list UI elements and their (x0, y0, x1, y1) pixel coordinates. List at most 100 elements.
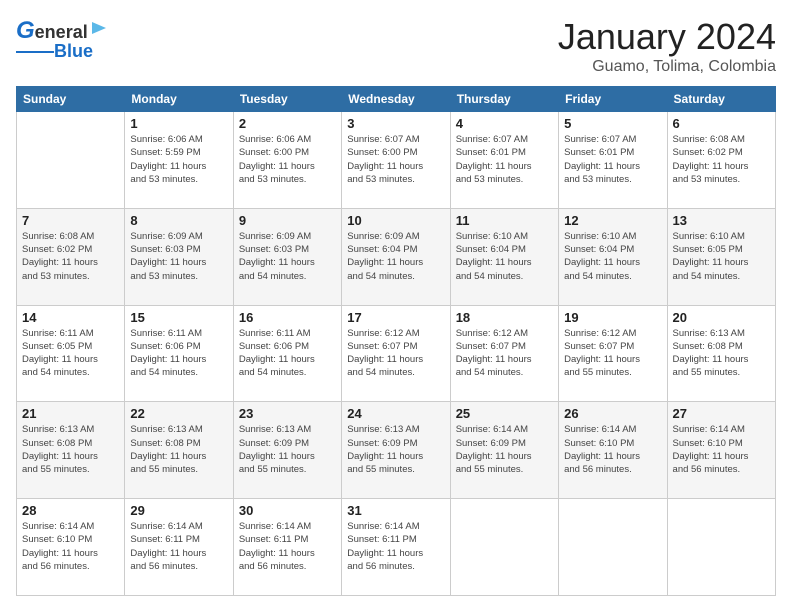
day-cell: 2Sunrise: 6:06 AMSunset: 6:00 PMDaylight… (233, 112, 341, 209)
day-cell: 14 Sunrise: 6:11 AMSunset: 6:05 PMDayligh… (17, 305, 125, 402)
day-number: 25 (456, 406, 553, 421)
day-info: Sunrise: 6:11 AMSunset: 6:05 PMDaylight:… (22, 327, 119, 380)
week-row-5: 28 Sunrise: 6:14 AMSunset: 6:10 PMDayligh… (17, 499, 776, 596)
day-number: 6 (673, 116, 770, 131)
day-number: 23 (239, 406, 336, 421)
header: General Blue January 2024 Guamo, Tolima,… (16, 16, 776, 76)
header-row: Sunday Monday Tuesday Wednesday Thursday… (17, 87, 776, 112)
day-cell: 8 Sunrise: 6:09 AMSunset: 6:03 PMDaylight… (125, 208, 233, 305)
day-info: Sunrise: 6:07 AMSunset: 6:00 PMDaylight:… (347, 133, 444, 186)
day-info: Sunrise: 6:13 AMSunset: 6:08 PMDaylight:… (673, 327, 770, 380)
day-number: 16 (239, 310, 336, 325)
day-info: Sunrise: 6:09 AMSunset: 6:04 PMDaylight:… (347, 230, 444, 283)
day-cell: 16 Sunrise: 6:11 AMSunset: 6:06 PMDayligh… (233, 305, 341, 402)
day-cell: 9 Sunrise: 6:09 AMSunset: 6:03 PMDaylight… (233, 208, 341, 305)
day-info: Sunrise: 6:08 AMSunset: 6:02 PMDaylight:… (673, 133, 770, 186)
week-row-4: 21Sunrise: 6:13 AMSunset: 6:08 PMDayligh… (17, 402, 776, 499)
day-cell: 4 Sunrise: 6:07 AMSunset: 6:01 PMDaylight… (450, 112, 558, 209)
day-number: 22 (130, 406, 227, 421)
day-cell (17, 112, 125, 209)
day-cell: 17 Sunrise: 6:12 AMSunset: 6:07 PMDayligh… (342, 305, 450, 402)
day-info: Sunrise: 6:14 AMSunset: 6:10 PMDaylight:… (22, 520, 119, 573)
day-cell: 3 Sunrise: 6:07 AMSunset: 6:00 PMDaylight… (342, 112, 450, 209)
week-row-3: 14 Sunrise: 6:11 AMSunset: 6:05 PMDayligh… (17, 305, 776, 402)
logo-blue: Blue (54, 41, 93, 62)
calendar-subtitle: Guamo, Tolima, Colombia (558, 58, 776, 76)
day-info: Sunrise: 6:06 AMSunset: 5:59 PMDaylight:… (130, 133, 227, 186)
day-number: 24 (347, 406, 444, 421)
day-number: 18 (456, 310, 553, 325)
day-info: Sunrise: 6:11 AMSunset: 6:06 PMDaylight:… (239, 327, 336, 380)
day-number: 7 (22, 213, 119, 228)
calendar-title: January 2024 (558, 16, 776, 58)
day-info: Sunrise: 6:14 AMSunset: 6:11 PMDaylight:… (347, 520, 444, 573)
day-number: 20 (673, 310, 770, 325)
title-block: January 2024 Guamo, Tolima, Colombia (558, 16, 776, 76)
day-cell: 29Sunrise: 6:14 AMSunset: 6:11 PMDayligh… (125, 499, 233, 596)
day-info: Sunrise: 6:13 AMSunset: 6:08 PMDaylight:… (22, 423, 119, 476)
day-cell: 13Sunrise: 6:10 AMSunset: 6:05 PMDayligh… (667, 208, 775, 305)
day-info: Sunrise: 6:09 AMSunset: 6:03 PMDaylight:… (239, 230, 336, 283)
day-number: 14 (22, 310, 119, 325)
day-number: 27 (673, 406, 770, 421)
col-monday: Monday (125, 87, 233, 112)
day-number: 10 (347, 213, 444, 228)
day-info: Sunrise: 6:14 AMSunset: 6:11 PMDaylight:… (130, 520, 227, 573)
day-number: 3 (347, 116, 444, 131)
day-info: Sunrise: 6:12 AMSunset: 6:07 PMDaylight:… (564, 327, 661, 380)
day-number: 9 (239, 213, 336, 228)
day-cell: 19 Sunrise: 6:12 AMSunset: 6:07 PMDayligh… (559, 305, 667, 402)
day-cell: 6 Sunrise: 6:08 AMSunset: 6:02 PMDaylight… (667, 112, 775, 209)
day-info: Sunrise: 6:10 AMSunset: 6:04 PMDaylight:… (456, 230, 553, 283)
day-cell: 18 Sunrise: 6:12 AMSunset: 6:07 PMDayligh… (450, 305, 558, 402)
day-info: Sunrise: 6:07 AMSunset: 6:01 PMDaylight:… (564, 133, 661, 186)
col-saturday: Saturday (667, 87, 775, 112)
day-cell: 30Sunrise: 6:14 AMSunset: 6:11 PMDayligh… (233, 499, 341, 596)
day-cell (667, 499, 775, 596)
day-number: 12 (564, 213, 661, 228)
day-cell: 27Sunrise: 6:14 AMSunset: 6:10 PMDayligh… (667, 402, 775, 499)
day-cell: 25 Sunrise: 6:14 AMSunset: 6:09 PMDayligh… (450, 402, 558, 499)
day-number: 31 (347, 503, 444, 518)
day-info: Sunrise: 6:07 AMSunset: 6:01 PMDaylight:… (456, 133, 553, 186)
day-number: 15 (130, 310, 227, 325)
day-number: 19 (564, 310, 661, 325)
col-tuesday: Tuesday (233, 87, 341, 112)
day-info: Sunrise: 6:13 AMSunset: 6:08 PMDaylight:… (130, 423, 227, 476)
day-info: Sunrise: 6:10 AMSunset: 6:04 PMDaylight:… (564, 230, 661, 283)
day-number: 26 (564, 406, 661, 421)
day-number: 11 (456, 213, 553, 228)
week-row-2: 7Sunrise: 6:08 AMSunset: 6:02 PMDaylight… (17, 208, 776, 305)
day-info: Sunrise: 6:14 AMSunset: 6:09 PMDaylight:… (456, 423, 553, 476)
day-cell: 24Sunrise: 6:13 AMSunset: 6:09 PMDayligh… (342, 402, 450, 499)
day-number: 8 (130, 213, 227, 228)
day-cell: 20 Sunrise: 6:13 AMSunset: 6:08 PMDayligh… (667, 305, 775, 402)
day-cell: 31 Sunrise: 6:14 AMSunset: 6:11 PMDayligh… (342, 499, 450, 596)
day-number: 4 (456, 116, 553, 131)
day-info: Sunrise: 6:12 AMSunset: 6:07 PMDaylight:… (456, 327, 553, 380)
day-cell: 12 Sunrise: 6:10 AMSunset: 6:04 PMDayligh… (559, 208, 667, 305)
col-thursday: Thursday (450, 87, 558, 112)
day-number: 17 (347, 310, 444, 325)
day-cell: 1 Sunrise: 6:06 AMSunset: 5:59 PMDaylight… (125, 112, 233, 209)
col-friday: Friday (559, 87, 667, 112)
col-wednesday: Wednesday (342, 87, 450, 112)
day-cell: 10 Sunrise: 6:09 AMSunset: 6:04 PMDayligh… (342, 208, 450, 305)
day-number: 13 (673, 213, 770, 228)
day-cell: 22 Sunrise: 6:13 AMSunset: 6:08 PMDayligh… (125, 402, 233, 499)
day-cell: 21Sunrise: 6:13 AMSunset: 6:08 PMDayligh… (17, 402, 125, 499)
day-info: Sunrise: 6:09 AMSunset: 6:03 PMDaylight:… (130, 230, 227, 283)
day-cell (450, 499, 558, 596)
week-row-1: 1 Sunrise: 6:06 AMSunset: 5:59 PMDaylight… (17, 112, 776, 209)
logo-arrow-icon (90, 19, 108, 37)
day-info: Sunrise: 6:12 AMSunset: 6:07 PMDaylight:… (347, 327, 444, 380)
day-cell: 23Sunrise: 6:13 AMSunset: 6:09 PMDayligh… (233, 402, 341, 499)
logo: General Blue (16, 16, 108, 62)
day-cell (559, 499, 667, 596)
day-number: 1 (130, 116, 227, 131)
logo-icon: General (16, 16, 108, 43)
day-cell: 7Sunrise: 6:08 AMSunset: 6:02 PMDaylight… (17, 208, 125, 305)
day-number: 28 (22, 503, 119, 518)
day-number: 5 (564, 116, 661, 131)
day-number: 30 (239, 503, 336, 518)
